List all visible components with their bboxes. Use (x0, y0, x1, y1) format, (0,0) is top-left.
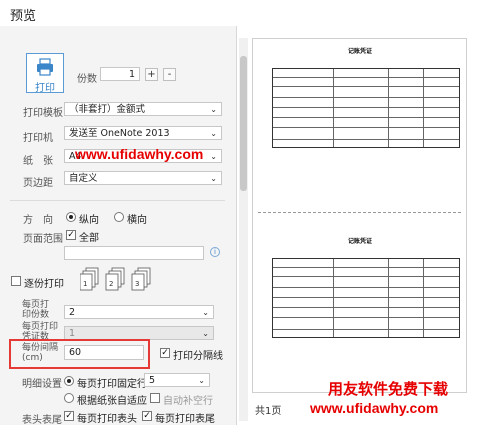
margin-value: 自定义 (69, 173, 98, 184)
copies-label: 份数 (77, 74, 97, 85)
chevron-down-icon: ⌄ (210, 152, 217, 161)
scrollbar-thumb[interactable] (240, 56, 247, 191)
info-icon[interactable]: i (210, 247, 220, 257)
separator-checkbox[interactable]: ✓ (160, 348, 170, 358)
page-range-all-checkbox[interactable]: ✓ (66, 230, 76, 240)
window-title: 预览 (10, 9, 37, 24)
watermark-logo: 用友软件免费下载 (300, 378, 496, 398)
chevron-down-icon: ⌄ (202, 329, 209, 338)
voucher-title-2: 记账凭证 (347, 238, 372, 245)
print-header-label: 每页打印表头 (77, 414, 137, 425)
fixed-rows-select[interactable]: 5 ⌄ (144, 373, 210, 387)
portrait-label: 纵向 (79, 215, 99, 226)
header-footer-label: 表头表尾 (22, 415, 62, 426)
watermark-text-top: www.ufidawhy.com (75, 146, 204, 162)
chevron-down-icon: ⌄ (210, 129, 217, 138)
watermark-logo-text: 用友软件免费下载 (328, 381, 449, 398)
per-page-copies-value: 2 (69, 307, 76, 318)
svg-text:3: 3 (135, 280, 139, 288)
print-header-checkbox[interactable]: ✓ (64, 411, 74, 421)
voucher-table-2 (272, 258, 460, 338)
voucher-title-1: 记账凭证 (347, 48, 372, 55)
collate-checkbox[interactable] (11, 276, 21, 286)
portrait-radio[interactable] (66, 212, 76, 222)
fixed-rows-label: 每页打印固定行 (77, 379, 147, 390)
svg-text:1: 1 (83, 280, 87, 288)
separator-label: 打印分隔线 (173, 351, 223, 362)
printer-value: 发送至 OneNote 2013 (69, 128, 170, 139)
collate-label: 逐份打印 (24, 279, 64, 290)
collate-pages-icon: 1 2 3 (80, 267, 151, 291)
interval-input[interactable]: 60 (64, 345, 144, 360)
paper-label: 纸 张 (23, 156, 53, 167)
chevron-down-icon: ⌄ (198, 376, 205, 385)
print-button[interactable]: 打印 (26, 53, 64, 94)
chevron-down-icon: ⌄ (210, 174, 217, 183)
page-range-all-label: 全部 (79, 233, 99, 244)
print-footer-checkbox[interactable]: ✓ (142, 411, 152, 421)
per-page-voucher-value: 1 (69, 328, 76, 339)
print-button-label: 打印 (35, 83, 55, 94)
page-range-input[interactable] (64, 246, 204, 260)
copies-input[interactable]: 1 (100, 67, 140, 81)
divider (10, 200, 225, 201)
adaptive-radio[interactable] (64, 393, 74, 403)
template-value: （非套打）金额式 (69, 104, 146, 115)
per-page-copies-select[interactable]: 2 ⌄ (64, 305, 214, 319)
interval-label: 每份间隔 (cm) (22, 343, 59, 363)
printer-icon (37, 58, 53, 76)
title-bar: 预览 (0, 0, 500, 26)
print-footer-label: 每页打印表尾 (155, 414, 215, 425)
fixed-rows-value: 5 (149, 375, 156, 386)
fixed-rows-radio[interactable] (64, 376, 74, 386)
voucher-table-1 (272, 68, 460, 148)
svg-text:2: 2 (109, 280, 113, 288)
copies-minus-button[interactable]: - (163, 68, 176, 81)
template-select[interactable]: （非套打）金额式 ⌄ (64, 102, 222, 116)
template-label: 打印模板 (23, 108, 63, 119)
landscape-label: 横向 (127, 215, 147, 226)
chevron-down-icon: ⌄ (202, 308, 209, 317)
per-page-copies-label: 每页打 印份数 (22, 300, 50, 320)
printer-select[interactable]: 发送至 OneNote 2013 ⌄ (64, 126, 222, 140)
printer-label: 打印机 (23, 133, 53, 144)
margin-select[interactable]: 自定义 ⌄ (64, 171, 222, 185)
per-page-voucher-select[interactable]: 1 ⌄ (64, 326, 214, 340)
page-range-label: 页面范围 (23, 234, 63, 245)
margin-label: 页边距 (23, 178, 53, 189)
page-count: 共1页 (255, 406, 282, 417)
adaptive-label: 根据纸张自适应 (77, 396, 147, 407)
chevron-down-icon: ⌄ (210, 105, 217, 114)
auto-fill-label: 自动补空行 (163, 396, 213, 407)
copies-plus-button[interactable]: + (145, 68, 158, 81)
landscape-radio[interactable] (114, 212, 124, 222)
watermark-text-bottom: www.ufidawhy.com (310, 400, 439, 416)
orientation-label: 方 向 (23, 215, 53, 226)
detail-label: 明细设置 (22, 379, 62, 390)
auto-fill-checkbox[interactable] (150, 393, 160, 403)
page-separator-line (258, 212, 461, 213)
